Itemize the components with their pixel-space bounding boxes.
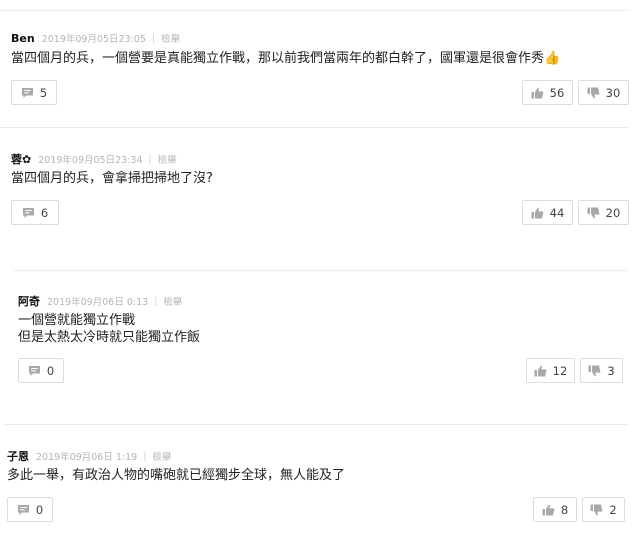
report-link[interactable]: 檢舉: [161, 31, 180, 45]
dislike-button[interactable]: 2: [582, 497, 625, 522]
comment-line: 當四個月的兵，會拿掃把掃地了沒?: [11, 171, 213, 186]
comment-body: 當四個月的兵，一個營要是真能獨立作戰，那以前我們當兩年的都白幹了，國軍還是很會作…: [11, 50, 560, 67]
meta-separator: |: [148, 153, 152, 165]
comment-body: 一個營就能獨立作戰 但是太熱太冷時就只能獨立作飯: [18, 312, 200, 346]
thumbs-down-icon: [588, 365, 607, 377]
thumbs-down-icon: [587, 207, 606, 219]
like-button[interactable]: 44: [522, 200, 573, 225]
like-count: 44: [549, 205, 565, 220]
top-separator: [0, 10, 630, 11]
comment-author[interactable]: Ben: [11, 32, 35, 45]
comment-author[interactable]: 阿奇: [18, 293, 40, 309]
comment-time: 2019年09月06日 0:13: [47, 297, 149, 308]
dislike-count: 2: [609, 502, 617, 517]
speech-bubble-icon: [21, 87, 40, 99]
dislike-count: 20: [605, 205, 621, 220]
speech-bubble-icon: [28, 365, 47, 377]
reply-button[interactable]: 0: [18, 358, 64, 383]
like-count: 12: [552, 363, 568, 378]
like-count: 56: [549, 85, 565, 100]
comment-author[interactable]: 蓉✿: [11, 151, 31, 167]
speech-bubble-icon: [22, 207, 41, 219]
reply-count: 6: [40, 205, 49, 220]
meta-separator: |: [151, 32, 156, 44]
meta-separator: |: [154, 295, 158, 307]
like-count: 8: [560, 502, 569, 517]
thumbs-down-icon: [590, 504, 609, 516]
thumbs-down-icon: [587, 87, 606, 99]
thumbs-up-icon: [534, 365, 553, 377]
reply-count: 0: [35, 502, 44, 517]
like-button[interactable]: 12: [526, 358, 575, 383]
meta-separator: |: [143, 450, 147, 462]
comment-meta: 蓉✿ 2019年09月05日23:34 | 檢舉: [11, 151, 177, 167]
thumbs-up-icon: [542, 504, 561, 516]
comment-line: 但是太熱太冷時就只能獨立作飯: [18, 330, 201, 345]
comment-body: 多此一舉，有政治人物的嘴砲就已經獨步全球，無人能及了: [7, 467, 345, 484]
like-button[interactable]: 8: [533, 497, 577, 522]
dislike-button[interactable]: 20: [578, 200, 629, 225]
thumbs-up-icon: [531, 207, 550, 219]
comment-time: 2019年09月05日23:34: [38, 155, 143, 166]
comment-meta: 阿奇 2019年09月06日 0:13 | 檢舉: [18, 293, 182, 309]
comment-body: 當四個月的兵，會拿掃把掃地了沒?: [11, 170, 213, 187]
reply-button[interactable]: 0: [7, 497, 53, 522]
report-link[interactable]: 檢舉: [158, 152, 177, 166]
comment-meta: 子恩 2019年09月06日 1:19 | 檢舉: [7, 448, 171, 464]
comment-author[interactable]: 子恩: [7, 448, 29, 464]
comment-time: 2019年09月05日23:05: [41, 34, 146, 45]
comment-separator: [0, 127, 630, 128]
comment-meta: Ben 2019年09月05日23:05 | 檢舉: [11, 31, 180, 46]
dislike-count: 30: [605, 85, 621, 100]
comment-line: 多此一舉，有政治人物的嘴砲就已經獨步全球，無人能及了: [7, 468, 346, 483]
reply-button[interactable]: 5: [11, 80, 57, 105]
report-link[interactable]: 檢舉: [163, 294, 182, 308]
comment-separator: [4, 424, 628, 425]
like-button[interactable]: 56: [522, 80, 573, 105]
comment-line: 當四個月的兵，一個營要是真能獨立作戰，那以前我們當兩年的都白幹了，國軍還是很會作…: [11, 51, 561, 66]
dislike-count: 3: [607, 363, 615, 378]
thumbs-up-icon: [531, 87, 550, 99]
comment-time: 2019年09月06日 1:19: [36, 452, 138, 463]
reply-count: 5: [39, 85, 48, 100]
comment-line: 一個營就能獨立作戰: [18, 313, 136, 328]
report-link[interactable]: 檢舉: [152, 449, 171, 463]
reply-count: 0: [46, 363, 55, 378]
dislike-button[interactable]: 30: [578, 80, 629, 105]
speech-bubble-icon: [17, 504, 36, 516]
reply-button[interactable]: 6: [11, 200, 59, 225]
comment-separator: [14, 270, 628, 271]
dislike-button[interactable]: 3: [580, 358, 623, 383]
